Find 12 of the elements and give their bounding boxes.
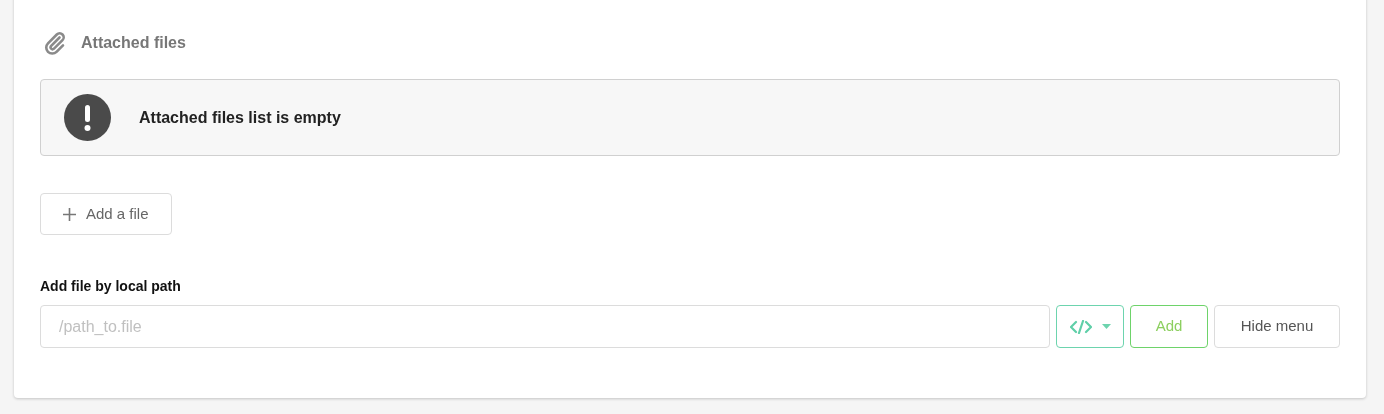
paperclip-icon [43, 31, 67, 55]
warning-icon [64, 94, 111, 141]
add-file-button[interactable]: Add a file [40, 193, 172, 235]
field-label: Add file by local path [40, 277, 181, 296]
path-input-field[interactable]: /path_to.file [40, 305, 1050, 348]
code-icon [1069, 319, 1092, 334]
notice-message: Attached files list is empty [139, 107, 341, 128]
plus-icon [63, 207, 76, 221]
section-title: Attached files [81, 33, 186, 53]
caret-icon [1101, 324, 1111, 329]
code-dropdown-button[interactable] [1056, 305, 1124, 348]
hide-menu-button[interactable]: Hide menu [1214, 305, 1340, 348]
